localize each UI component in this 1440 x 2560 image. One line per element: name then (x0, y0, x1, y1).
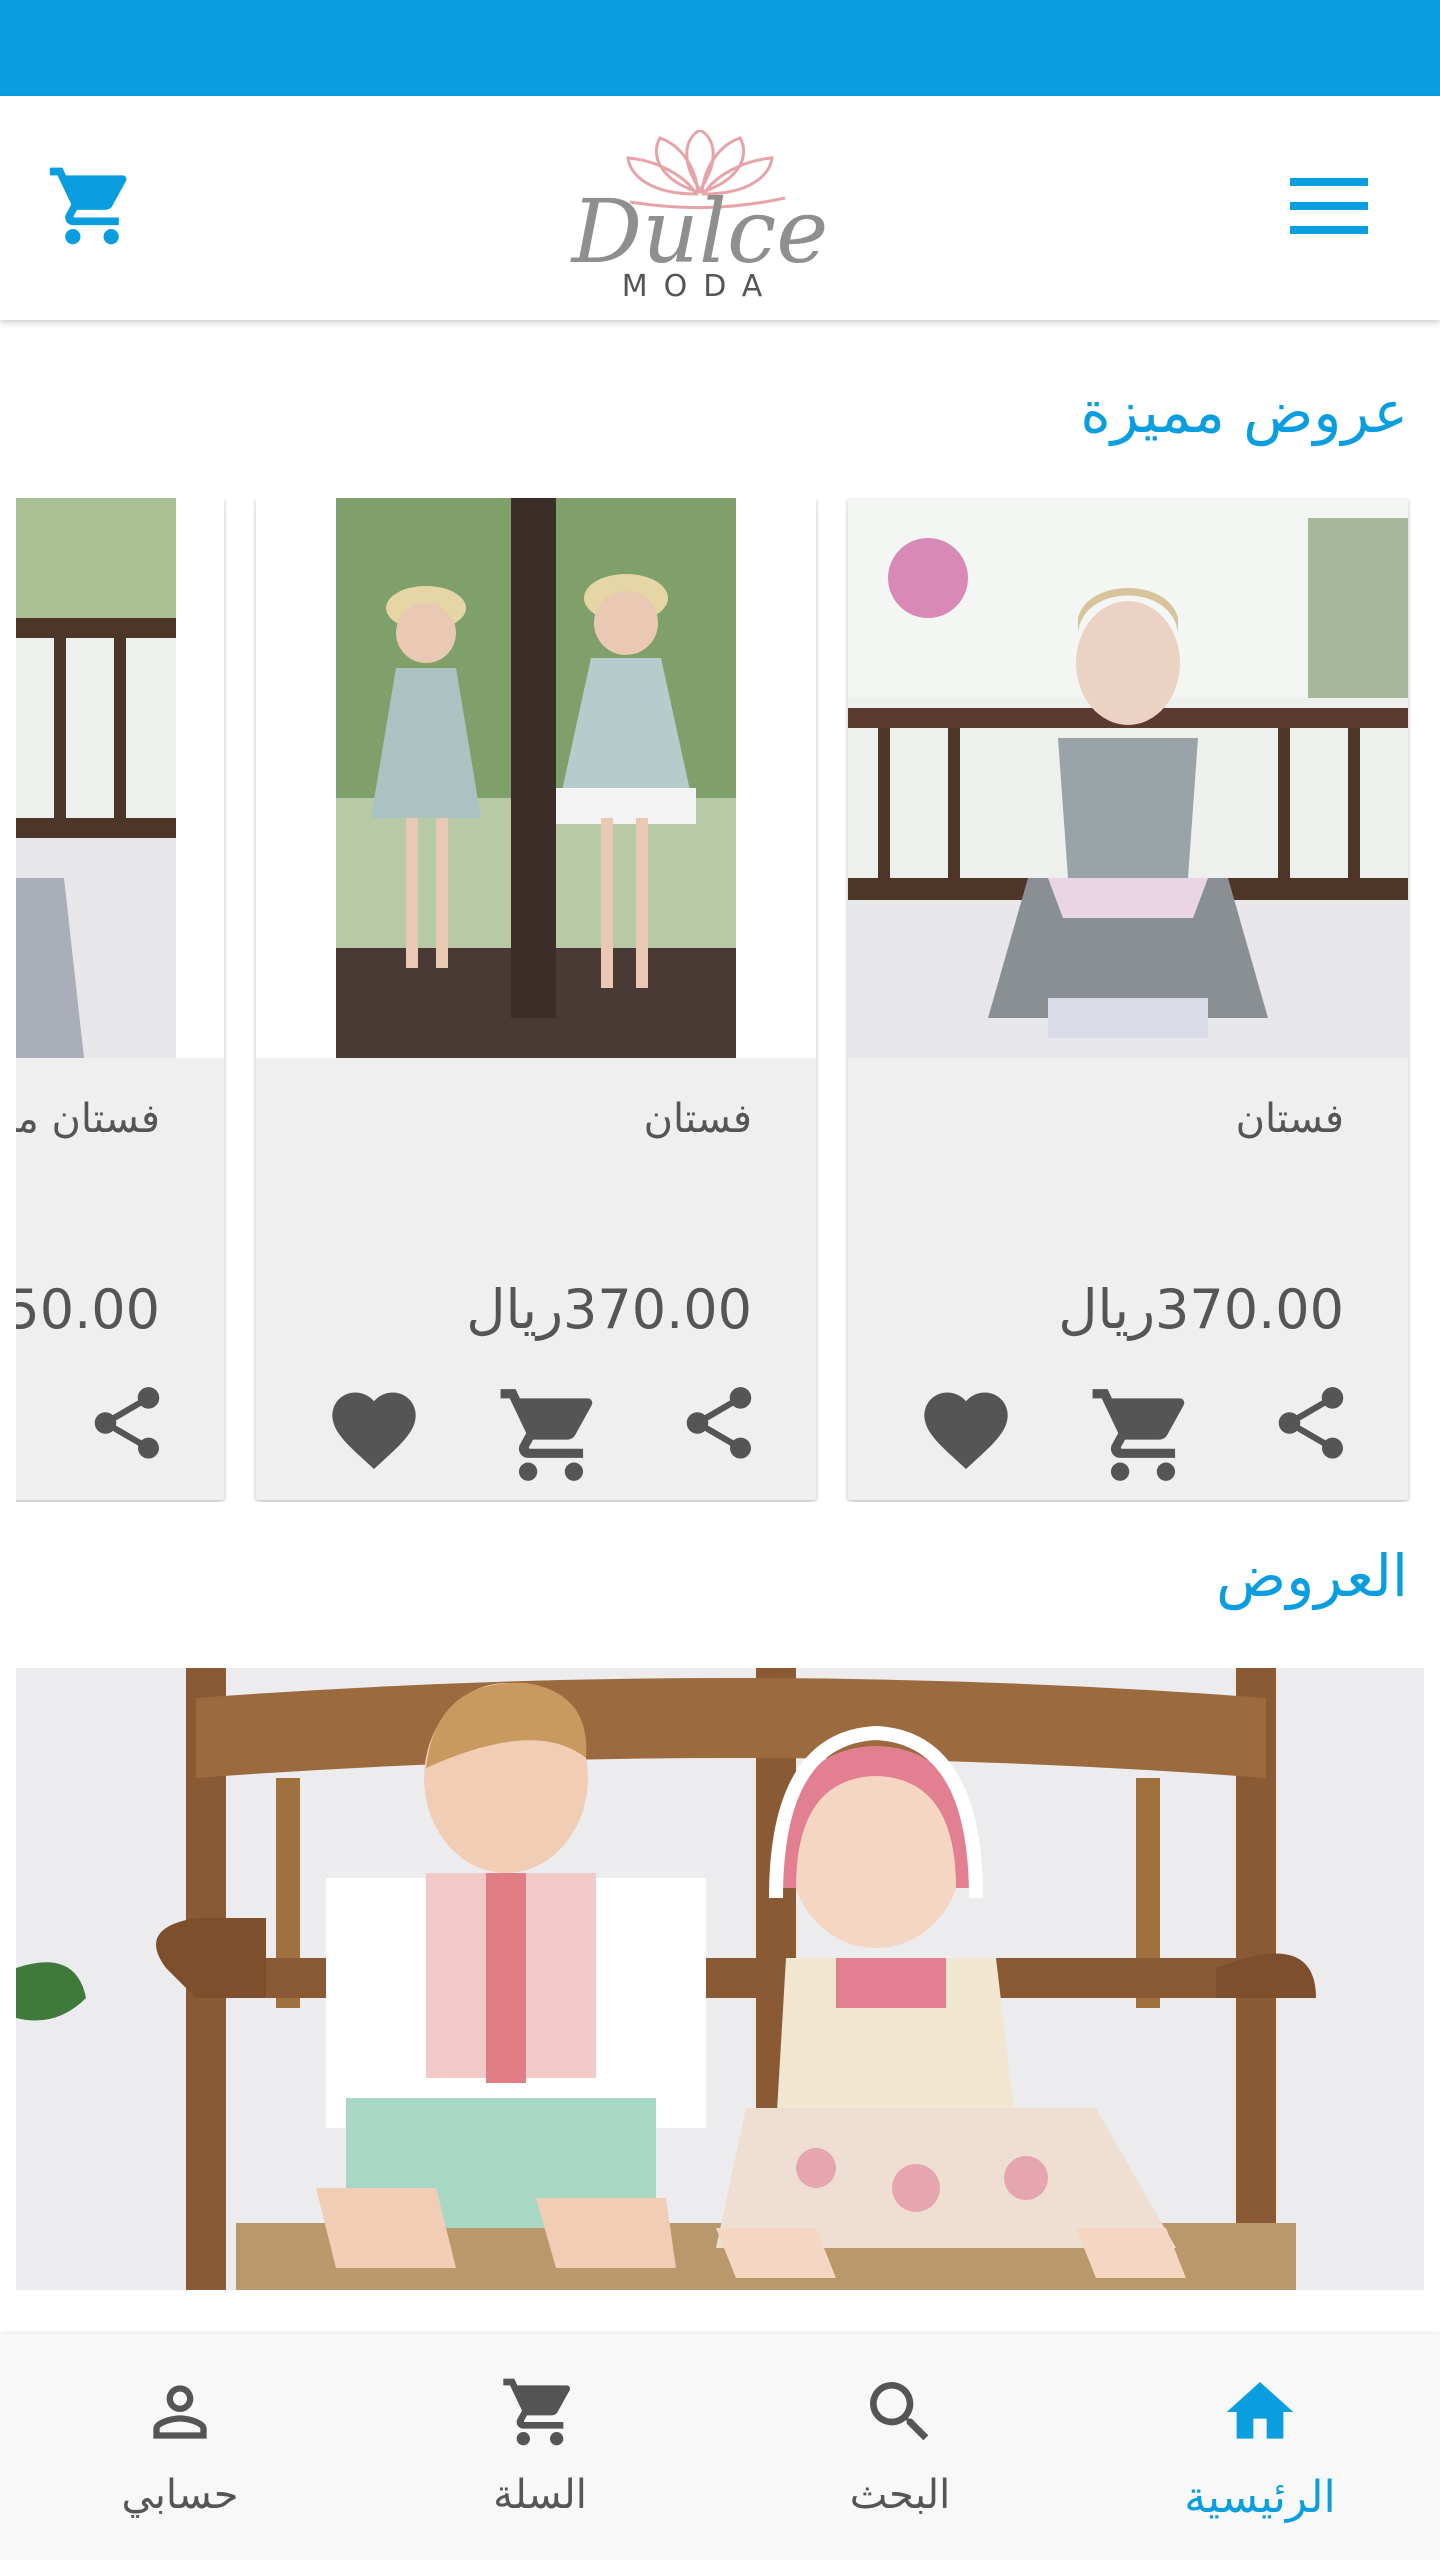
product-actions (16, 1370, 224, 1500)
brand-logo[interactable]: Dulce MODA (510, 128, 890, 304)
add-to-cart-button[interactable] (496, 1380, 596, 1481)
share-icon (1278, 1387, 1344, 1459)
heart-icon (332, 1392, 416, 1469)
nav-cart-label: السلة (493, 2472, 587, 2518)
product-actions (848, 1370, 1408, 1500)
featured-carousel[interactable]: فستان 370.00ريال فستان 370.00ريال فستان … (16, 498, 1440, 1502)
nav-search-label: البحث (849, 2472, 951, 2518)
nav-home-label: الرئيسية (1184, 2472, 1336, 2523)
product-actions (256, 1370, 816, 1500)
product-image[interactable] (256, 498, 816, 1058)
logo-graphic: Dulce MODA (570, 128, 829, 304)
product-price: 370.00ريال (466, 1278, 752, 1341)
featured-section-title: عروض مميزة (1080, 378, 1408, 446)
nav-home[interactable]: الرئيسية (1080, 2334, 1440, 2560)
girl-dress-photo (16, 498, 224, 1058)
product-name: فستان (643, 1096, 752, 1142)
share-button[interactable] (676, 1380, 776, 1480)
product-price: 370.00ريال (1058, 1278, 1344, 1341)
app-bar: Dulce MODA (0, 96, 1440, 320)
kids-on-bench-photo (16, 1668, 1424, 2290)
share-button[interactable] (1268, 1380, 1368, 1480)
girl-dress-photo (848, 498, 1408, 1058)
home-icon (1226, 2382, 1294, 2439)
product-price: 450.00 (16, 1278, 160, 1341)
menu-icon (1290, 178, 1368, 234)
offers-banner[interactable] (16, 1668, 1424, 2290)
share-icon (94, 1387, 160, 1459)
product-name: فستان مي (16, 1096, 160, 1142)
heart-icon (924, 1392, 1008, 1469)
add-to-cart-button[interactable] (1088, 1380, 1188, 1481)
menu-button[interactable] (1284, 166, 1374, 246)
cart-icon (500, 1389, 593, 1481)
nav-account[interactable]: حسابي (0, 2334, 360, 2560)
status-bar (0, 0, 1440, 96)
favorite-button[interactable] (916, 1380, 1016, 1480)
bottom-navigation: الرئيسية البحث السلة حسابي (0, 2334, 1440, 2560)
nav-cart[interactable]: السلة (360, 2334, 720, 2560)
product-name: فستان (1235, 1096, 1344, 1142)
favorite-button[interactable] (324, 1380, 424, 1480)
two-girls-dress-photo (256, 498, 816, 1058)
logo-text: Dulce (570, 180, 829, 283)
search-icon (870, 2382, 929, 2441)
cart-icon (503, 2378, 571, 2446)
header-cart-button[interactable] (46, 160, 138, 252)
logo-subtext: MODA (622, 269, 779, 300)
cart-icon (1092, 1389, 1185, 1481)
product-image[interactable] (848, 498, 1408, 1058)
nav-search[interactable]: البحث (720, 2334, 1080, 2560)
product-image[interactable] (16, 498, 224, 1058)
share-button[interactable] (84, 1380, 184, 1480)
offers-section-title: العروض (1216, 1542, 1408, 1610)
share-icon (686, 1387, 752, 1459)
cart-icon (49, 167, 127, 245)
product-card[interactable]: فستان 370.00ريال (848, 498, 1408, 1500)
account-icon (153, 2385, 207, 2439)
product-card[interactable]: فستان مي 450.00 (16, 498, 224, 1500)
product-card[interactable]: فستان 370.00ريال (256, 498, 816, 1500)
nav-account-label: حسابي (121, 2472, 239, 2518)
